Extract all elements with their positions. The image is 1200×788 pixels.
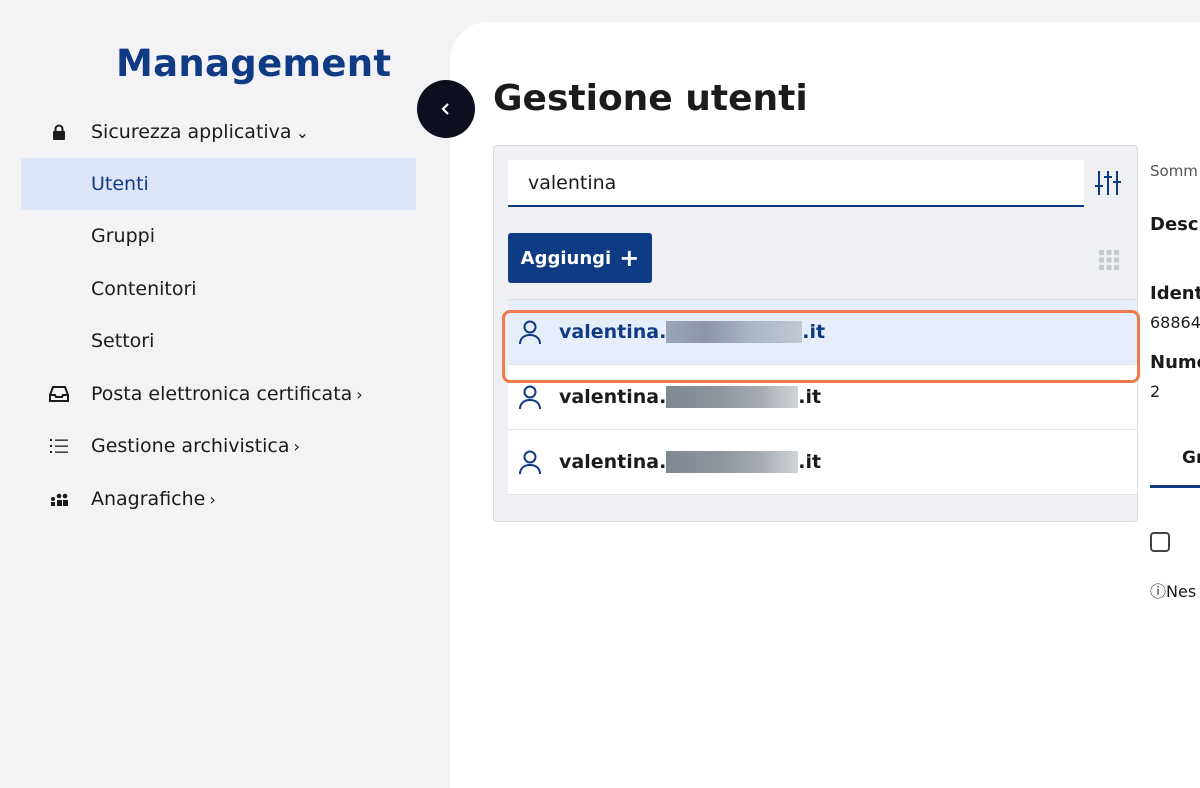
lock-icon <box>49 122 69 142</box>
user-email-prefix: valentina. <box>559 385 667 408</box>
number-label: Nume <box>1150 352 1200 373</box>
filter-icon[interactable] <box>1093 168 1123 198</box>
main-panel: Gestione utenti Aggiungi + valentina. .it… <box>450 22 1200 788</box>
plus-icon: + <box>619 244 640 272</box>
number-value: 2 <box>1150 382 1161 401</box>
sidebar: Management Sicurezza applicativa ⌄ Utenti… <box>0 0 450 788</box>
inbox-icon <box>49 384 69 404</box>
sidebar-section-posta[interactable]: Posta elettronica certificata › <box>0 374 420 414</box>
sidebar-item-settori[interactable]: Settori <box>21 315 416 367</box>
sidebar-section-anagrafiche[interactable]: Anagrafiche › <box>0 479 420 519</box>
chevron-down-icon: ⌄ <box>295 123 309 142</box>
sidebar-item-label: Contenitori <box>91 278 197 300</box>
sidebar-section-label: Anagrafiche <box>91 488 206 510</box>
redacted-block <box>666 386 799 409</box>
sidebar-section-label: Gestione archivistica <box>91 435 290 457</box>
redacted-block <box>666 451 799 474</box>
app-title: Management <box>116 42 392 85</box>
sidebar-item-contenitori[interactable]: Contenitori <box>21 263 416 315</box>
list-icon <box>49 436 69 456</box>
user-email-prefix: valentina. <box>559 450 667 473</box>
identifier-label: Ident <box>1150 283 1200 304</box>
info-icon: ⓘ <box>1150 582 1167 601</box>
sidebar-section-label: Sicurezza applicativa <box>91 121 292 143</box>
chevron-left-icon <box>441 103 449 115</box>
sidebar-section-label: Posta elettronica certificata <box>91 383 353 405</box>
user-email-suffix: .it <box>798 450 822 473</box>
selection-highlight <box>502 310 1140 383</box>
user-email-suffix: .it <box>798 385 822 408</box>
search-input[interactable] <box>508 160 1084 205</box>
add-user-button[interactable]: Aggiungi + <box>508 233 652 283</box>
sidebar-section-archivistica[interactable]: Gestione archivistica › <box>0 426 420 466</box>
description-label: Desc <box>1150 214 1199 235</box>
user-icon <box>519 385 541 410</box>
sidebar-item-utenti[interactable]: Utenti <box>21 158 416 210</box>
tab-underline <box>1150 485 1200 488</box>
sidebar-item-gruppi[interactable]: Gruppi <box>21 210 416 262</box>
add-button-label: Aggiungi <box>520 247 612 269</box>
identifier-value: 68864 <box>1150 313 1200 332</box>
tab-groups[interactable]: Gr <box>1182 448 1200 468</box>
sidebar-item-label: Utenti <box>91 173 149 195</box>
info-text: ⓘNes <box>1150 582 1197 601</box>
list-item[interactable]: valentina. .it <box>508 430 1137 495</box>
collapse-sidebar-button[interactable] <box>417 80 475 138</box>
chevron-right-icon: › <box>293 437 300 456</box>
chevron-right-icon: › <box>209 490 216 509</box>
detail-panel: Somm Desc Ident 68864 Nume 2 Gr ⓘNes <box>1150 22 1200 788</box>
page-title: Gestione utenti <box>493 78 808 119</box>
sidebar-item-label: Settori <box>91 330 155 352</box>
people-icon <box>49 489 69 509</box>
select-all-checkbox[interactable] <box>1150 532 1170 552</box>
chevron-right-icon: › <box>356 385 363 404</box>
grid-view-icon[interactable] <box>1098 249 1120 271</box>
search-field <box>508 160 1084 207</box>
summary-label: Somm <box>1150 162 1198 180</box>
sidebar-section-sicurezza[interactable]: Sicurezza applicativa ⌄ <box>0 112 420 152</box>
sidebar-item-label: Gruppi <box>91 225 155 247</box>
user-icon <box>519 450 541 475</box>
